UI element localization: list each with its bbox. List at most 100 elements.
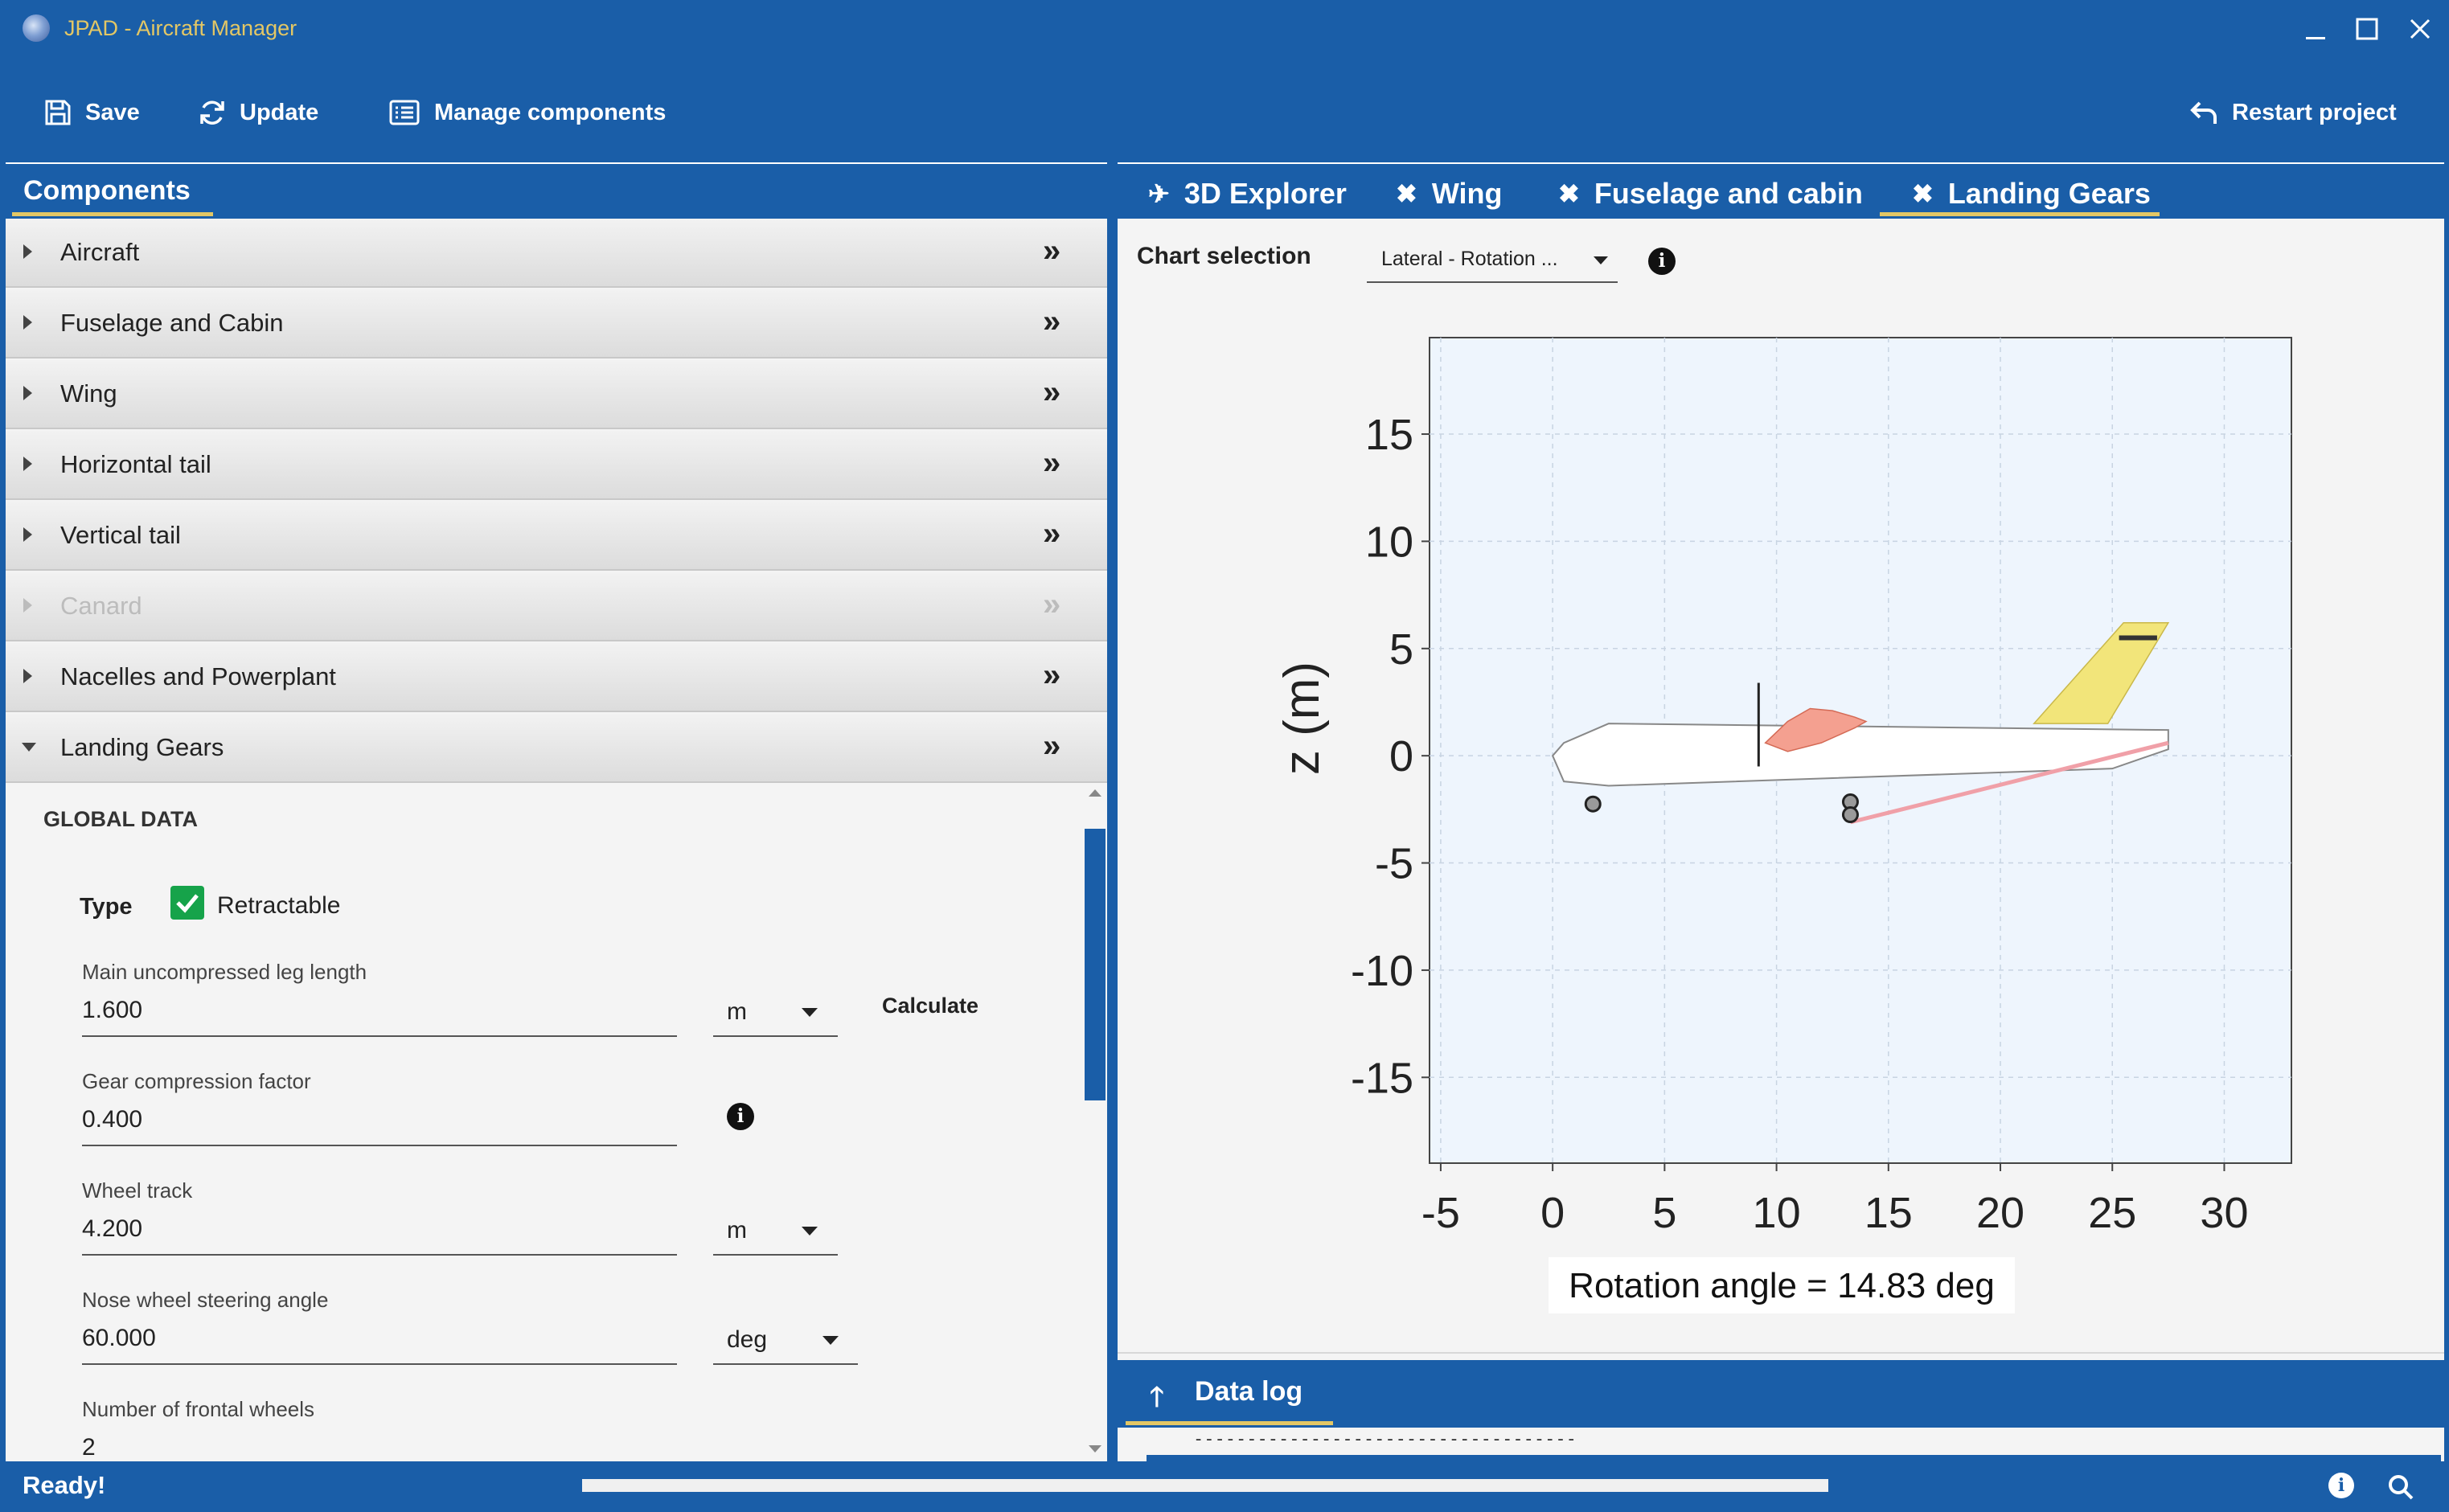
info-icon[interactable]: i: [1648, 248, 1676, 275]
update-label: Update: [240, 99, 319, 125]
data-log-scrollbar[interactable]: [1147, 1455, 2441, 1461]
accordion-label: Horizontal tail: [60, 450, 211, 478]
update-button[interactable]: Update: [196, 88, 318, 137]
y-tick-label: -5: [1375, 840, 1413, 888]
data-log-text: ------------------------------------: [1193, 1429, 1577, 1449]
expand-arrow-icon: [23, 244, 32, 259]
status-progress-bar: [582, 1479, 1828, 1492]
accordion-item-vertical-tail[interactable]: Vertical tail »: [6, 502, 1107, 571]
manage-components-label: Manage components: [434, 99, 667, 125]
rotation-angle-annotation: Rotation angle = 14.83 deg: [1569, 1266, 1995, 1305]
chart-selection-dropdown[interactable]: Lateral - Rotation ...: [1367, 236, 1618, 283]
save-icon: [45, 100, 71, 125]
save-label: Save: [85, 99, 140, 125]
tab-label: 3D Explorer: [1183, 177, 1347, 210]
double-chevron-icon[interactable]: »: [1043, 233, 1060, 269]
accordion-item-nacelles[interactable]: Nacelles and Powerplant »: [6, 643, 1107, 712]
toolbar: Save Update Manage components Restart pr…: [0, 58, 2449, 162]
info-icon[interactable]: i: [727, 1103, 754, 1130]
double-chevron-icon[interactable]: »: [1043, 445, 1060, 481]
accordion-label: Nacelles and Powerplant: [60, 662, 336, 690]
status-bar: Ready! i: [0, 1461, 2449, 1512]
manage-components-button[interactable]: Manage components: [386, 88, 666, 137]
accordion-label: Vertical tail: [60, 521, 181, 549]
scroll-up-icon[interactable]: [1089, 789, 1101, 797]
accordion-item-horizontal-tail[interactable]: Horizontal tail »: [6, 431, 1107, 500]
wheel-track-input[interactable]: 4.200: [82, 1215, 142, 1243]
components-panel: Components Aircraft » Fuselage and Cabin…: [6, 162, 1107, 1461]
compression-factor-input[interactable]: 0.400: [82, 1106, 142, 1133]
double-chevron-icon[interactable]: »: [1043, 375, 1060, 411]
x-tick-label: 30: [2200, 1189, 2248, 1237]
double-chevron-icon[interactable]: »: [1043, 304, 1060, 340]
data-log-header[interactable]: 🡑 Data log: [1118, 1360, 2444, 1428]
arrow-up-icon: 🡑: [1150, 1382, 1164, 1412]
components-title-underline: [12, 212, 213, 216]
input-underline: [82, 1363, 677, 1365]
unit-select[interactable]: m: [727, 998, 747, 1026]
accordion-label: Aircraft: [60, 238, 140, 266]
accordion-label: Landing Gears: [60, 733, 224, 761]
main-leg-length-input[interactable]: 1.600: [82, 997, 142, 1024]
dropdown-caret-icon[interactable]: [822, 1336, 839, 1345]
x-tick-label: 20: [1976, 1189, 2024, 1237]
accordion-item-landing-gears[interactable]: Landing Gears »: [6, 714, 1107, 783]
unit-select[interactable]: deg: [727, 1326, 767, 1354]
x-tick-label: -5: [1421, 1189, 1460, 1237]
y-tick-label: -15: [1351, 1054, 1413, 1102]
unit-select[interactable]: m: [727, 1217, 747, 1244]
x-tick-label: 10: [1753, 1189, 1801, 1237]
accordion-item-fuselage[interactable]: Fuselage and Cabin »: [6, 289, 1107, 359]
dropdown-caret-icon[interactable]: [802, 1008, 818, 1017]
accordion-label: Canard: [60, 592, 142, 620]
close-icon[interactable]: ✖: [1912, 178, 1934, 209]
dropdown-caret-icon[interactable]: [802, 1227, 818, 1235]
input-underline: [82, 1035, 677, 1037]
collapse-arrow-icon: [22, 743, 36, 752]
close-icon[interactable]: ✖: [1396, 178, 1417, 209]
scrollbar-thumb[interactable]: [1085, 829, 1106, 1100]
y-tick-label: 10: [1365, 518, 1413, 566]
restart-project-button[interactable]: Restart project: [2189, 88, 2397, 137]
maximize-icon[interactable]: [2351, 13, 2383, 45]
info-icon[interactable]: i: [2328, 1473, 2354, 1498]
tab-landing-gears[interactable]: ✖ Landing Gears: [1912, 174, 2151, 214]
calculate-button[interactable]: Calculate: [882, 994, 978, 1018]
input-underline: [82, 1145, 677, 1146]
frontal-wheels-input[interactable]: 2: [82, 1434, 96, 1461]
field-label: Main uncompressed leg length: [82, 960, 367, 984]
lateral-rotation-chart: -5051015202530-15-10-5051015x (m)z (m)Ro…: [1274, 337, 2292, 1313]
steering-angle-input[interactable]: 60.000: [82, 1325, 156, 1352]
restart-project-label: Restart project: [2232, 99, 2397, 125]
y-tick-label: 0: [1389, 732, 1413, 781]
retractable-checkbox[interactable]: [170, 886, 204, 920]
save-button[interactable]: Save: [42, 88, 140, 137]
double-chevron-icon[interactable]: »: [1043, 658, 1060, 694]
window-title: JPAD - Aircraft Manager: [64, 16, 297, 40]
tab-label: Landing Gears: [1947, 177, 2151, 210]
field-label: Gear compression factor: [82, 1069, 311, 1093]
tab-label: Wing: [1431, 177, 1503, 210]
tab-3d-explorer[interactable]: ✈ 3D Explorer: [1148, 174, 1347, 214]
airplane-icon: ✈: [1148, 179, 1170, 208]
y-tick-label: 15: [1365, 411, 1413, 459]
data-log-underline: [1126, 1421, 1333, 1425]
search-icon[interactable]: [2385, 1471, 2417, 1503]
components-header: Components: [6, 162, 1107, 219]
tab-wing[interactable]: ✖ Wing: [1396, 174, 1502, 214]
tab-fuselage[interactable]: ✖ Fuselage and cabin: [1558, 174, 1863, 214]
double-chevron-icon[interactable]: »: [1043, 516, 1060, 552]
expand-arrow-icon: [23, 669, 32, 683]
close-window-icon[interactable]: [2404, 13, 2436, 45]
undo-icon: [2190, 101, 2217, 124]
minimize-icon[interactable]: [2299, 13, 2332, 45]
accordion-label: Fuselage and Cabin: [60, 309, 284, 337]
accordion-item-aircraft[interactable]: Aircraft »: [6, 219, 1107, 288]
close-icon[interactable]: ✖: [1558, 178, 1580, 209]
expand-arrow-icon: [23, 315, 32, 330]
double-chevron-icon[interactable]: »: [1043, 728, 1060, 764]
content-panel: ✈ 3D Explorer ✖ Wing ✖ Fuselage and cabi…: [1118, 162, 2444, 1461]
scroll-down-icon[interactable]: [1089, 1445, 1101, 1453]
accordion-item-wing[interactable]: Wing »: [6, 360, 1107, 429]
tab-label: Fuselage and cabin: [1594, 177, 1863, 210]
